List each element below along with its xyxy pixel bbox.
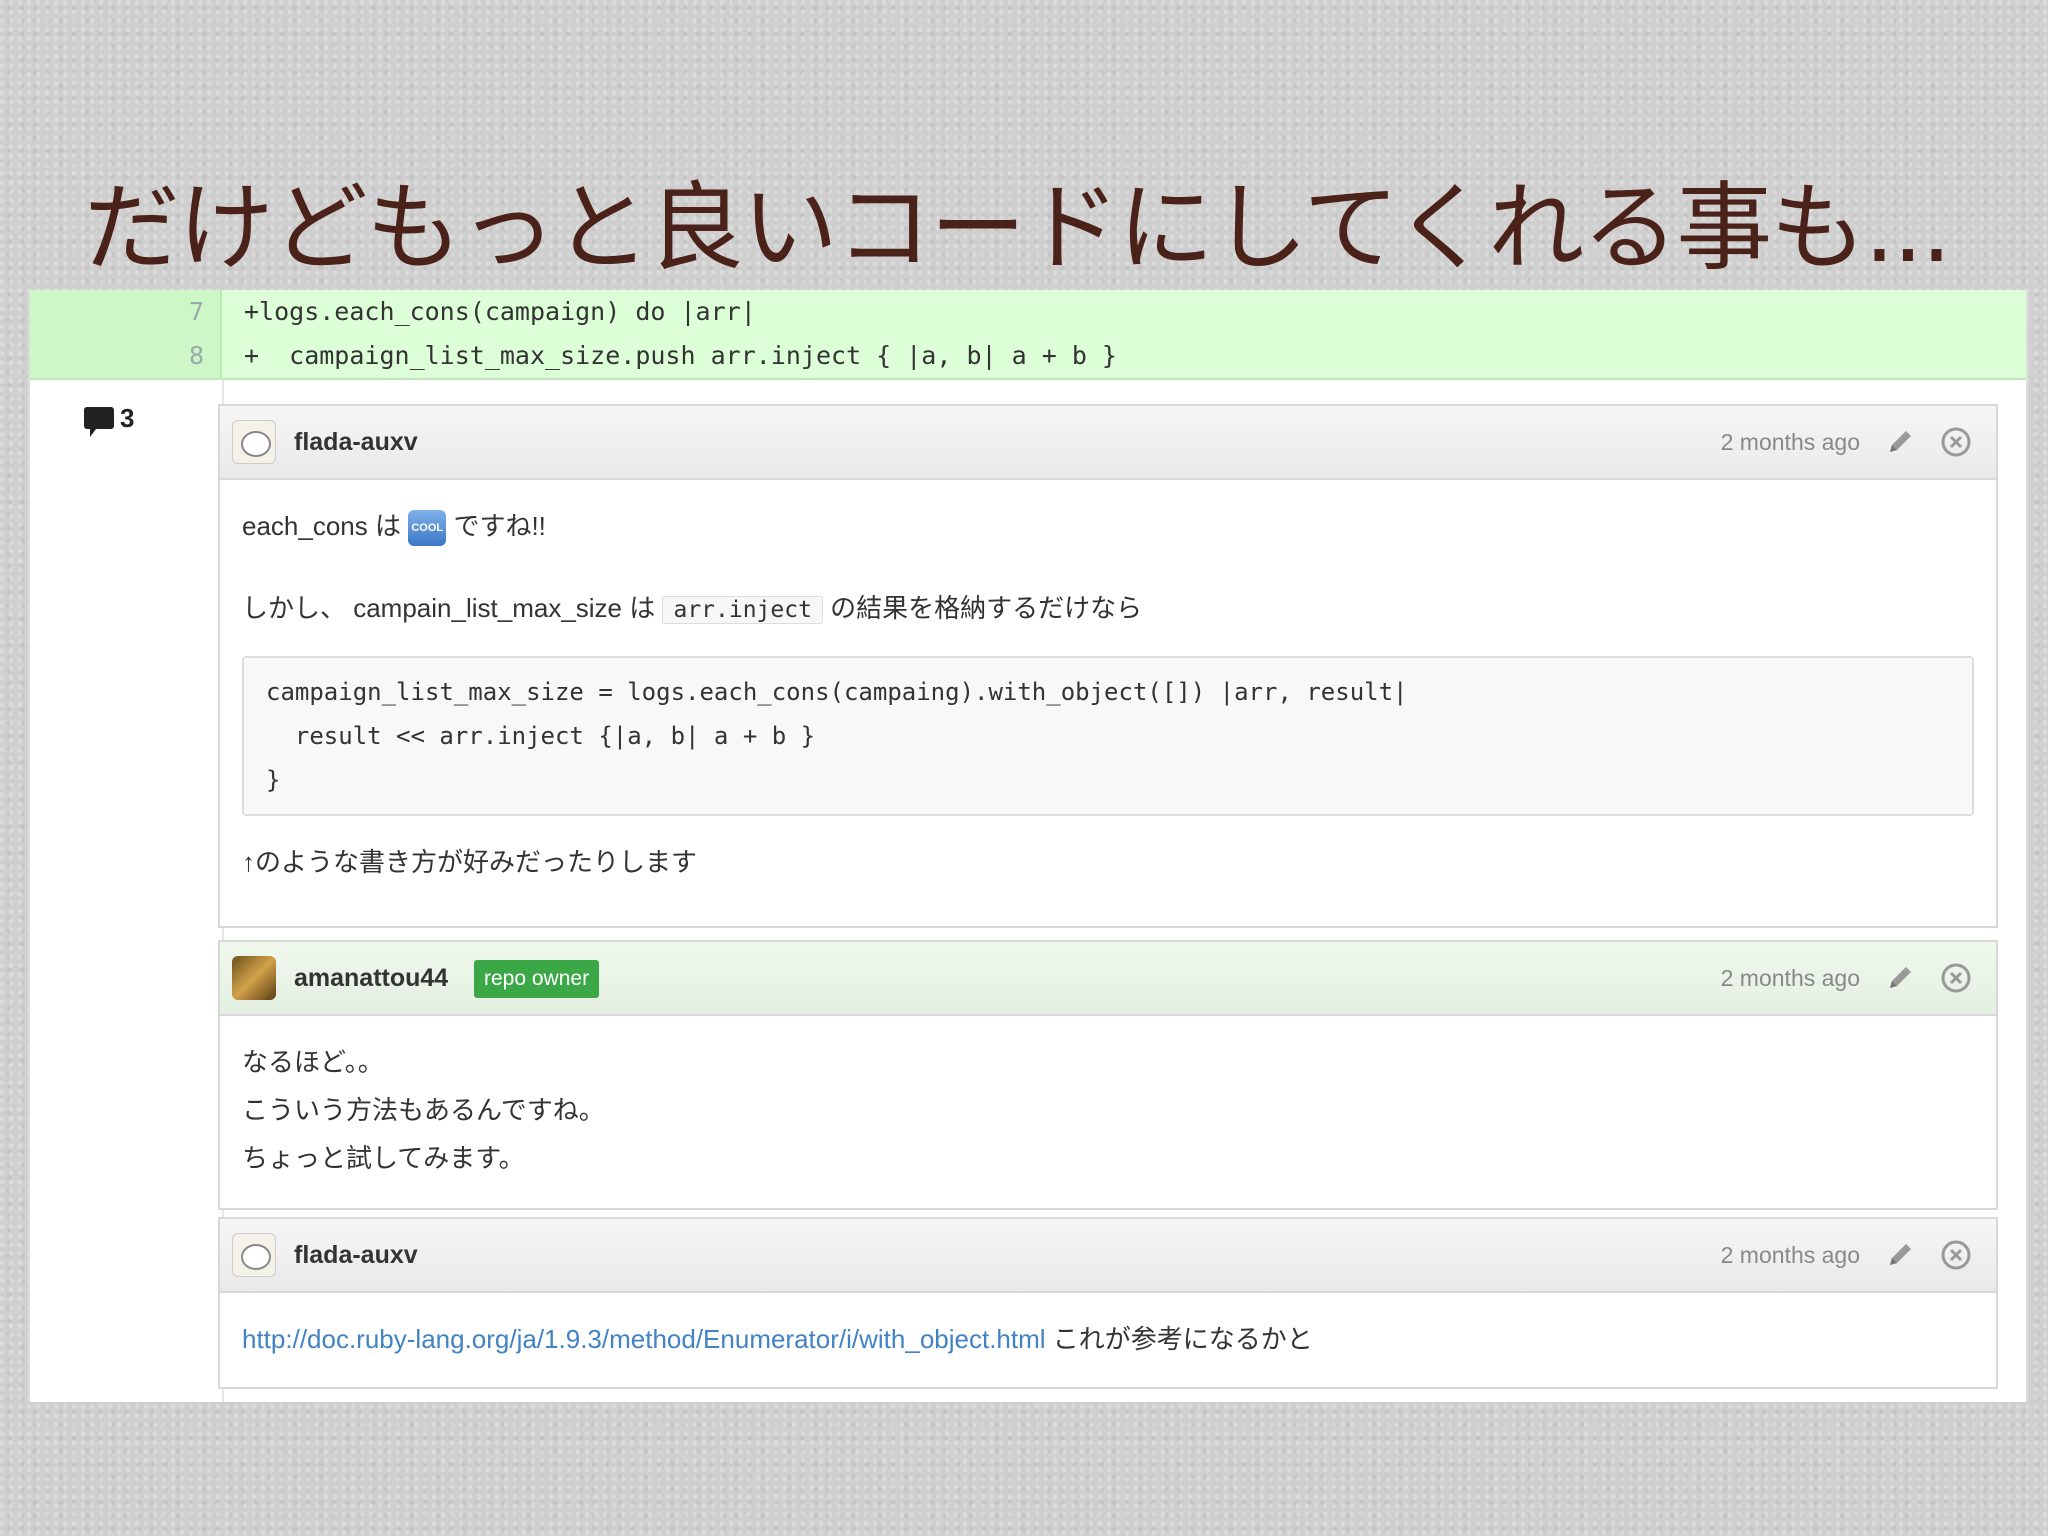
pencil-icon[interactable] xyxy=(1884,962,1916,994)
comment-body: http://doc.ruby-lang.org/ja/1.9.3/method… xyxy=(242,1324,1313,1354)
pencil-icon[interactable] xyxy=(1884,426,1916,458)
comment-timestamp[interactable]: 2 months ago xyxy=(1721,406,1860,478)
diff-line: 7 +logs.each_cons(campaign) do |arr| xyxy=(30,290,2026,334)
comment-count[interactable]: 3 xyxy=(84,402,135,437)
close-icon[interactable] xyxy=(1940,426,1972,458)
comment-header: flada-auxv 2 months ago xyxy=(220,1219,1996,1293)
diff-code: +logs.each_cons(campaign) do |arr| xyxy=(244,297,756,326)
comment: flada-auxv 2 months ago each_cons は COOL… xyxy=(218,404,1998,928)
pencil-icon[interactable] xyxy=(1884,1239,1916,1271)
comment: flada-auxv 2 months ago http://doc.ruby-… xyxy=(218,1217,1998,1389)
inline-code: arr.inject xyxy=(662,596,823,624)
comment-author[interactable]: flada-auxv xyxy=(294,406,418,478)
comment-header: flada-auxv 2 months ago xyxy=(220,406,1996,480)
line-number[interactable]: 8 xyxy=(110,334,222,378)
diff-line: 8 + campaign_list_max_size.push arr.inje… xyxy=(30,334,2026,378)
comment-author[interactable]: flada-auxv xyxy=(294,1219,418,1291)
code-block: campaign_list_max_size = logs.each_cons(… xyxy=(242,656,1974,816)
avatar[interactable] xyxy=(232,956,276,1000)
comment-timestamp[interactable]: 2 months ago xyxy=(1721,1219,1860,1291)
slide-title: だけどもっと良いコードにしてくれる事も... xyxy=(84,172,1952,284)
close-icon[interactable] xyxy=(1940,1239,1972,1271)
repo-owner-badge: repo owner xyxy=(474,960,600,998)
avatar[interactable] xyxy=(232,420,276,464)
comment-body: なるほど。。 こういう方法もあるんですね。 ちょっと試してみます。 xyxy=(242,1047,605,1173)
comment: amanattou44 repo owner 2 months ago なるほど… xyxy=(218,940,1998,1210)
comment-bubble-icon xyxy=(84,407,114,437)
pull-request-panel: 7 +logs.each_cons(campaign) do |arr| 8 +… xyxy=(28,290,2028,1402)
diff-code: + campaign_list_max_size.push arr.inject… xyxy=(244,341,1117,370)
comment-timestamp[interactable]: 2 months ago xyxy=(1721,942,1860,1014)
close-icon[interactable] xyxy=(1940,962,1972,994)
comment-author[interactable]: amanattou44 xyxy=(294,942,448,1014)
reference-link[interactable]: http://doc.ruby-lang.org/ja/1.9.3/method… xyxy=(242,1324,1046,1354)
line-number[interactable]: 7 xyxy=(110,290,222,334)
comment-header: amanattou44 repo owner 2 months ago xyxy=(220,942,1996,1016)
avatar[interactable] xyxy=(232,1233,276,1277)
comment-body: each_cons は COOL ですね!! しかし、 campain_list… xyxy=(220,480,1996,908)
comment-count-value: 3 xyxy=(120,402,135,433)
cool-emoji-icon: COOL xyxy=(408,510,447,547)
